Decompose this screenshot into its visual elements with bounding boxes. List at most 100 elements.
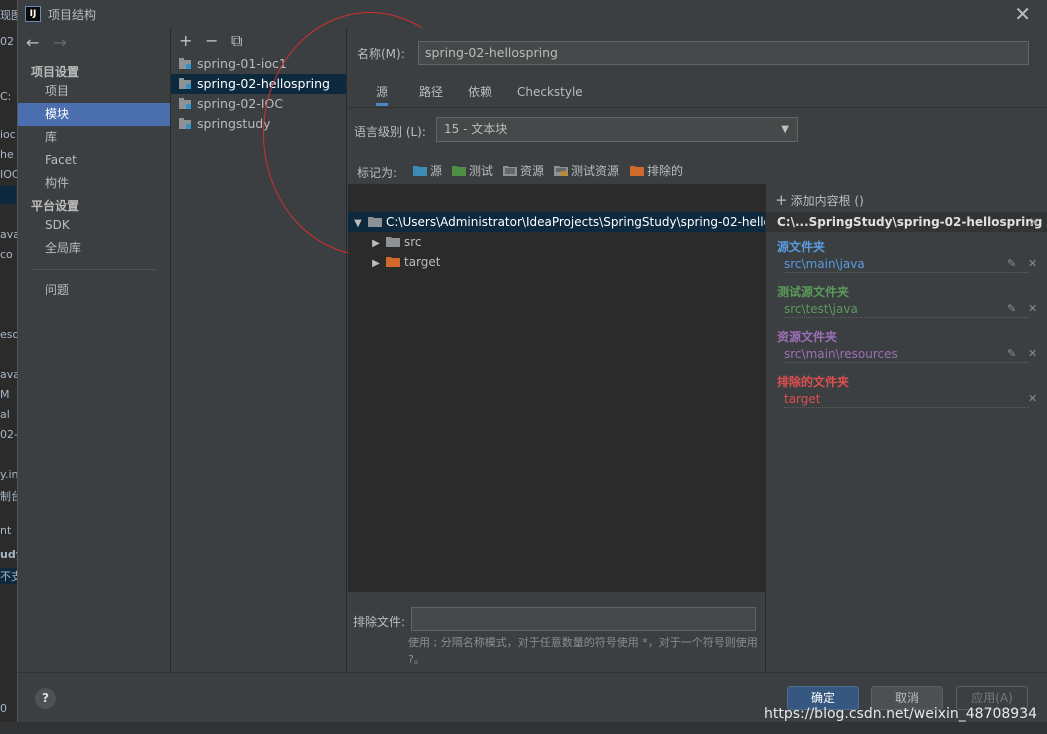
intellij-app-icon: IJ: [25, 6, 41, 22]
close-icon[interactable]: ✕: [1028, 302, 1037, 315]
content-root-path-label: C:\...SpringStudy\spring-02-hellospring: [777, 215, 1043, 229]
nav-item-modules[interactable]: 模块: [18, 103, 170, 126]
nav-item-problems[interactable]: 问题: [18, 279, 170, 302]
content-root-tree: ▼ C:\Users\Administrator\IdeaProjects\Spr…: [348, 184, 765, 592]
dialog-title: 项目结构: [48, 8, 97, 22]
module-item[interactable]: springstudy: [171, 114, 346, 134]
exclude-files-input[interactable]: [411, 607, 756, 631]
plus-icon: +: [775, 191, 788, 209]
folder-resources-icon: [503, 163, 517, 176]
close-icon[interactable]: ✕: [1014, 2, 1031, 26]
module-item[interactable]: spring-01-ioc1: [171, 54, 346, 74]
bg-selection: [0, 186, 16, 204]
background-ide: 现图 02 C: ioc he IOC ava co eso ava M al …: [0, 0, 18, 734]
nav-item-sdk[interactable]: SDK: [18, 214, 170, 237]
resource-folder-entry: src\main\resources: [784, 347, 1029, 363]
bg-text: udy: [0, 548, 18, 561]
tree-row-target[interactable]: ▶ target: [370, 252, 441, 274]
tree-row-root[interactable]: ▼ C:\Users\Administrator\IdeaProjects\Spr…: [348, 212, 765, 232]
mark-test-resources-button[interactable]: 测试资源: [554, 162, 619, 180]
add-content-root-button[interactable]: + 添加内容根 (): [775, 191, 864, 209]
chevron-down-icon: ▼: [781, 124, 789, 135]
nav-item-libraries[interactable]: 库: [18, 126, 170, 149]
tree-row-src[interactable]: ▶ src: [370, 232, 422, 254]
mark-tests-button[interactable]: 测试: [452, 162, 493, 180]
language-level-select[interactable]: 15 - 文本块 ▼: [436, 117, 798, 142]
bg-text: he: [0, 148, 14, 161]
bg-text: al: [0, 408, 10, 421]
bg-text: co: [0, 248, 13, 261]
module-toolbar: + − ⧉: [179, 31, 257, 51]
module-item[interactable]: spring-02-IOC: [171, 94, 346, 114]
bg-text: M: [0, 388, 10, 401]
bg-text: 02-: [0, 428, 18, 441]
mark-excluded-button[interactable]: 排除的: [630, 162, 683, 180]
chevron-down-icon[interactable]: ▼: [352, 214, 364, 234]
mark-resources-button[interactable]: 资源: [503, 162, 544, 180]
module-item[interactable]: spring-02-hellospring: [171, 74, 346, 94]
mark-sources-button[interactable]: 源: [413, 162, 442, 180]
help-icon[interactable]: ?: [35, 688, 56, 709]
close-icon[interactable]: ✕: [1028, 392, 1037, 405]
mark-excluded-label: 排除的: [647, 164, 684, 178]
tree-root-label: C:\Users\Administrator\IdeaProjects\Spri…: [386, 215, 765, 229]
add-icon[interactable]: +: [179, 31, 205, 50]
exclude-files-hint: 使用 ; 分隔名称模式，对于任意数量的符号使用 *，对于一个符号则使用 ?。: [408, 636, 758, 666]
bg-text: ava: [0, 368, 18, 381]
pencil-icon[interactable]: ✎: [1007, 257, 1016, 270]
module-folder-icon: [179, 78, 192, 89]
source-folders-title: 源文件夹: [777, 240, 826, 254]
tabs-divider: [348, 107, 1047, 108]
module-name-input[interactable]: spring-02-hellospring: [418, 41, 1029, 65]
title-bar: IJ 项目结构 ✕: [18, 0, 1047, 28]
close-icon[interactable]: ✕: [1028, 257, 1037, 270]
chevron-right-icon[interactable]: ▶: [370, 254, 382, 274]
remove-icon[interactable]: −: [205, 31, 231, 50]
mark-tests-label: 测试: [469, 164, 494, 178]
close-icon[interactable]: ✕: [1029, 212, 1039, 232]
nav-item-project[interactable]: 项目: [18, 80, 170, 103]
bg-text: ioc: [0, 128, 16, 141]
resource-folders-title: 资源文件夹: [777, 330, 838, 344]
pencil-icon[interactable]: ✎: [1007, 302, 1016, 315]
language-level-label: 语言级别 (L):: [354, 125, 426, 139]
module-folder-icon: [179, 118, 192, 129]
add-content-root-label: 添加内容根: [790, 194, 851, 208]
bg-text: C:: [0, 90, 12, 103]
nav-item-global-libraries[interactable]: 全局库: [18, 237, 170, 260]
name-label: 名称(M):: [357, 47, 405, 61]
folder-orange-icon: [630, 163, 644, 176]
watermark-text: https://blog.csdn.net/weixin_48708934: [764, 706, 1038, 722]
nav-arrows: ← →: [26, 33, 81, 52]
module-label: spring-02-IOC: [197, 96, 284, 111]
tab-checkstyle[interactable]: Checkstyle: [517, 80, 583, 106]
bg-text: 02: [0, 35, 14, 48]
tab-sources[interactable]: 源: [376, 80, 389, 106]
module-list-panel: + − ⧉ spring-01-ioc1 spring-02-hellospring…: [171, 12, 477, 672]
arrow-left-icon[interactable]: ←: [26, 33, 39, 52]
tab-dependencies[interactable]: 依赖: [468, 80, 492, 106]
bg-text: nt: [0, 524, 12, 537]
pencil-icon[interactable]: ✎: [1007, 347, 1016, 360]
background-status-strip: [0, 722, 1047, 734]
nav-divider: [32, 269, 157, 270]
folder-icon: [386, 233, 400, 247]
chevron-right-icon[interactable]: ▶: [370, 234, 382, 254]
module-folder-icon: [179, 58, 192, 69]
mark-as-label: 标记为:: [357, 166, 398, 180]
tree-src-label: src: [404, 235, 422, 249]
mark-resources-label: 资源: [520, 164, 545, 178]
tree-target-label: target: [404, 255, 441, 269]
bg-text: 制台: [0, 490, 18, 503]
nav-item-facet[interactable]: Facet: [18, 149, 170, 172]
arrow-right-icon[interactable]: →: [53, 33, 66, 52]
tab-paths[interactable]: 路径: [419, 80, 443, 106]
excluded-folder-entry: target: [784, 392, 1029, 408]
copy-icon[interactable]: ⧉: [231, 31, 257, 51]
content-root-path: C:\...SpringStudy\spring-02-hellospring ✕: [766, 212, 1047, 232]
folder-icon: [368, 213, 382, 227]
module-folder-icon: [179, 98, 192, 109]
dialog-body: ← → 项目设置 项目 模块 库 Facet 构件 平台设置 SDK 全局库 问题…: [18, 12, 1047, 672]
nav-item-artifacts[interactable]: 构件: [18, 172, 170, 195]
close-icon[interactable]: ✕: [1028, 347, 1037, 360]
